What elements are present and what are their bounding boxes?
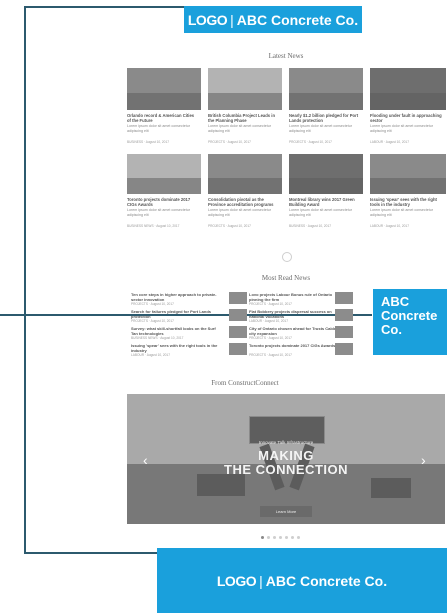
news-card-meta: PROJECTS · August 10, 2017 — [208, 140, 251, 144]
hero-subtitle: Innovate Talk Infrastructure — [258, 440, 314, 445]
carousel-dot[interactable] — [267, 536, 270, 539]
most-read-item-meta: LABOUR · August 10, 2017 — [131, 353, 170, 357]
news-card-title[interactable]: Consolidation pivotal as the Province ac… — [208, 197, 280, 207]
latest-news-heading: Latest News — [268, 52, 304, 60]
news-card-title[interactable]: Orlando record & American Cities of the … — [127, 113, 199, 123]
most-read-item-title[interactable]: Search for failures pledged for Port Lan… — [131, 309, 219, 319]
most-read-thumb[interactable] — [229, 343, 247, 355]
hero-machine-left — [197, 474, 245, 496]
connect-heading: From ConstructConnect — [211, 379, 279, 387]
news-card-meta: PROJECTS · August 10, 2017 — [289, 140, 332, 144]
frame-line-left — [24, 6, 26, 554]
most-read-thumb[interactable] — [335, 326, 353, 338]
most-read-item-meta: LABOUR · August 10, 2017 — [249, 319, 288, 323]
bottom-company-name: ABC Concrete Co. — [265, 572, 388, 589]
most-read-item-meta: PROJECTS · August 10, 2017 — [131, 319, 174, 323]
news-card-title[interactable]: Nearly $1.2 billion pledged for Port Lan… — [289, 113, 361, 123]
carousel-dot[interactable] — [261, 536, 264, 539]
carousel-dot[interactable] — [279, 536, 282, 539]
carousel-dot[interactable] — [291, 536, 294, 539]
most-read-thumb[interactable] — [229, 309, 247, 321]
news-card-text: Lorem ipsum dolor sit amet consectetur a… — [370, 124, 433, 133]
news-card-meta: PROJECTS · August 10, 2017 — [208, 224, 251, 228]
most-read-item-title[interactable]: Lovo projects Labour Bonus rule of Ontar… — [249, 292, 337, 302]
news-card-meta: LABOUR · August 10, 2017 — [370, 140, 409, 144]
news-card-meta: BUSINESS NEWS · August 10, 2017 — [127, 224, 180, 228]
news-thumb-2[interactable] — [208, 68, 282, 110]
carousel-dot[interactable] — [285, 536, 288, 539]
side-banner-line: ABC — [381, 294, 410, 309]
news-thumb-4[interactable] — [370, 68, 446, 110]
news-card-meta: LABOUR · August 10, 2017 — [370, 224, 409, 228]
frame-line-bottom — [24, 552, 157, 554]
section-divider-icon — [282, 252, 292, 262]
most-read-thumb[interactable] — [335, 292, 353, 304]
most-read-item-meta: PROJECTS · August 10, 2017 — [249, 302, 292, 306]
most-read-thumb[interactable] — [229, 326, 247, 338]
hero-prev-arrow-icon[interactable]: ‹ — [143, 452, 148, 468]
carousel-dots — [261, 536, 300, 539]
news-card-text: Lorem ipsum dolor sit amet consectetur a… — [127, 208, 190, 217]
news-card-text: Lorem ipsum dolor sit amet consectetur a… — [370, 208, 433, 217]
news-card-meta: BUSINESS · August 10, 2017 — [289, 224, 331, 228]
most-read-item-title[interactable]: City of Ontario chosen ahead for Trusts … — [249, 326, 337, 336]
bottom-logo: LOGO — [216, 572, 257, 589]
most-read-item-meta: BUSINESS NEWS · August 10, 2017 — [131, 336, 184, 340]
news-thumb-7[interactable] — [289, 154, 363, 194]
news-card-title[interactable]: Flooding under fault in approaching sect… — [370, 113, 442, 123]
most-read-item-title[interactable]: Ten core steps in higher approach to pri… — [131, 292, 219, 302]
news-thumb-5[interactable] — [127, 154, 201, 194]
news-thumb-8[interactable] — [370, 154, 446, 194]
bottom-logo-banner: LOGO | ABC Concrete Co. — [157, 548, 447, 613]
side-logo-banner: ABC Concrete Co. — [373, 289, 447, 355]
hero-button[interactable]: Learn More — [260, 506, 312, 517]
side-banner-line: Concrete — [381, 308, 438, 323]
top-company-name: ABC Concrete Co. — [236, 11, 359, 28]
news-card-title[interactable]: Issuing 'spear' sees with the right tool… — [370, 197, 442, 207]
hero-next-arrow-icon[interactable]: › — [421, 452, 426, 468]
most-read-thumb[interactable] — [335, 343, 353, 355]
side-banner-line: Co. — [381, 322, 402, 337]
news-card-text: Lorem ipsum dolor sit amet consectetur a… — [208, 208, 271, 217]
carousel-dot[interactable] — [297, 536, 300, 539]
most-read-item-title[interactable]: Toronto projects dominate 2017 CIGs Awar… — [249, 343, 337, 348]
top-logo-banner: LOGO | ABC Concrete Co. — [184, 6, 362, 33]
top-logo-separator: | — [230, 11, 234, 28]
news-card-text: Lorem ipsum dolor sit amet consectetur a… — [289, 208, 352, 217]
most-read-heading: Most Read News — [261, 274, 311, 282]
news-thumb-6[interactable] — [208, 154, 282, 194]
most-read-thumb[interactable] — [229, 292, 247, 304]
news-card-title[interactable]: British Columbia Project Leads in the Pl… — [208, 113, 280, 123]
most-read-item-title[interactable]: Flat Bobbery projects dispersal success … — [249, 309, 337, 319]
most-read-item-meta: PROJECTS · August 10, 2017 — [249, 353, 292, 357]
most-read-item-title[interactable]: Issuing 'spear' sees with the right tool… — [131, 343, 219, 353]
news-card-text: Lorem ipsum dolor sit amet consectetur a… — [289, 124, 352, 133]
news-card-title[interactable]: Toronto projects dominate 2017 CIGs Awar… — [127, 197, 199, 207]
news-thumb-1[interactable] — [127, 68, 201, 110]
hero-title-line1: MAKING — [258, 448, 314, 463]
news-thumb-3[interactable] — [289, 68, 363, 110]
carousel-dot[interactable] — [273, 536, 276, 539]
bottom-logo-separator: | — [259, 572, 263, 589]
top-logo: LOGO — [187, 11, 228, 28]
news-card-title[interactable]: Montreal library wins 2017 Green Buildin… — [289, 197, 361, 207]
hero-machine-right — [371, 478, 411, 498]
news-card-meta: BUSINESS · August 10, 2017 — [127, 140, 169, 144]
most-read-thumb[interactable] — [335, 309, 353, 321]
hero-title-line2: THE CONNECTION — [224, 462, 348, 477]
news-card-text: Lorem ipsum dolor sit amet consectetur a… — [127, 124, 190, 133]
news-card-text: Lorem ipsum dolor sit amet consectetur a… — [208, 124, 271, 133]
most-read-item-meta: PROJECTS · August 10, 2017 — [131, 302, 174, 306]
frame-line-top — [24, 6, 184, 8]
most-read-item-title[interactable]: Survey: what skill-shortfall looks on th… — [131, 326, 219, 336]
hero-carousel[interactable]: Innovate Talk Infrastructure MAKING THE … — [127, 394, 445, 524]
most-read-item-meta: PROJECTS · August 10, 2017 — [249, 336, 292, 340]
